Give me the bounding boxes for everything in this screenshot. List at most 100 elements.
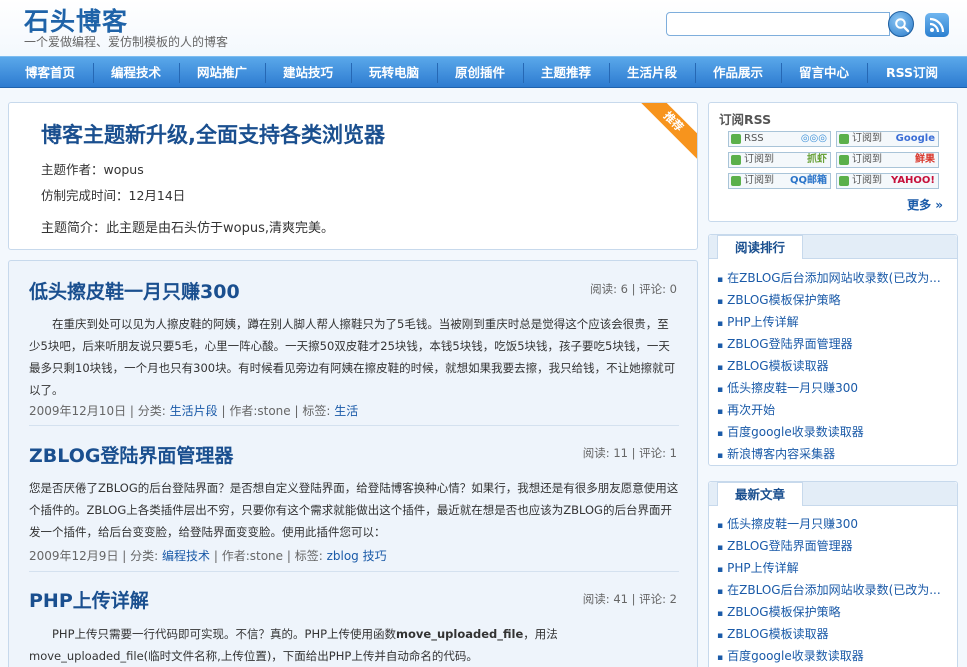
- search-input[interactable]: [666, 12, 890, 36]
- featured-title[interactable]: 博客主题新升级,全面支持各类浏览器: [41, 119, 385, 149]
- feed-icon: [839, 134, 849, 144]
- list-item[interactable]: ZBLOG登陆界面管理器: [717, 535, 959, 557]
- list-item[interactable]: 在ZBLOG后台添加网站收录数(已改为...: [717, 579, 959, 601]
- post-meta: 2009年12月10日 | 分类: 生活片段 | 作者:stone | 标签: …: [29, 402, 358, 419]
- nav-item-programming[interactable]: 编程技术: [98, 57, 174, 88]
- badge-label: 订阅到: [852, 154, 882, 165]
- list-item[interactable]: ZBLOG模板读取器: [717, 355, 959, 377]
- rss-icon: [929, 17, 945, 33]
- post-title[interactable]: PHP上传详解: [29, 586, 149, 613]
- rss-badge-zhuaxia[interactable]: 订阅到 抓虾: [728, 152, 831, 168]
- badge-brand: Google: [895, 133, 935, 144]
- post-tag-link[interactable]: zblog: [327, 549, 359, 563]
- post-stats: 阅读: 11 | 评论: 1: [582, 446, 677, 460]
- feed-icon: [731, 134, 741, 144]
- badge-label: 订阅到: [744, 154, 774, 165]
- post-divider: [29, 571, 679, 572]
- post-excerpt: 您是否厌倦了ZBLOG的后台登陆界面？是否想自定义登陆界面，给登陆博客换种心情？…: [29, 481, 679, 539]
- nav-divider: [609, 63, 610, 83]
- search-icon: [895, 18, 910, 33]
- post-tag-link[interactable]: 技巧: [363, 549, 387, 563]
- badge-brand: YAHOO!: [891, 175, 935, 186]
- feed-icon: [839, 155, 849, 165]
- post-date: 2009年12月10日 | 分类:: [29, 404, 166, 418]
- rss-box-title: 订阅RSS: [719, 112, 772, 127]
- rss-badge-rss[interactable]: RSS ◎◎◎: [728, 131, 831, 147]
- nav-item-home[interactable]: 博客首页: [12, 57, 88, 88]
- list-item[interactable]: 低头擦皮鞋一月只赚300: [717, 377, 959, 399]
- site-header: 石头博客 一个爱做编程、爱仿制模板的人的博客: [0, 0, 967, 56]
- list-item[interactable]: ZBLOG模板读取器: [717, 623, 959, 645]
- nav-divider: [93, 63, 94, 83]
- nav-divider: [867, 63, 868, 83]
- list-item[interactable]: 在ZBLOG后台添加网站收录数(已改为...: [717, 267, 959, 289]
- ranking-list: 在ZBLOG后台添加网站收录数(已改为... ZBLOG模板保护策略 PHP上传…: [717, 267, 959, 465]
- nav-item-guestbook[interactable]: 留言中心: [786, 57, 862, 88]
- nav-item-promotion[interactable]: 网站推广: [184, 57, 260, 88]
- tab-reading-ranking[interactable]: 阅读排行: [717, 235, 803, 259]
- main-nav: 博客首页 编程技术 网站推广 建站技巧 玩转电脑 原创插件 主题推荐 生活片段 …: [0, 56, 967, 88]
- nav-divider: [179, 63, 180, 83]
- latest-list: 低头擦皮鞋一月只赚300 ZBLOG登陆界面管理器 PHP上传详解 在ZBLOG…: [717, 513, 959, 667]
- post-meta: 2009年12月9日 | 分类: 编程技术 | 作者:stone | 标签: z…: [29, 547, 387, 564]
- post-list: 低头擦皮鞋一月只赚300 阅读: 6 | 评论: 0 在重庆到处可以见为人擦皮鞋…: [8, 260, 698, 667]
- badge-brand: 鲜果: [915, 154, 935, 165]
- list-item[interactable]: 再次开始: [717, 399, 959, 421]
- list-item[interactable]: ZBLOG模板保护策略: [717, 289, 959, 311]
- nav-divider: [695, 63, 696, 83]
- post-stats: 阅读: 6 | 评论: 0: [590, 282, 677, 296]
- post-excerpt: 在重庆到处可以见为人擦皮鞋的阿姨，蹲在别人脚人帮人擦鞋只为了5毛钱。当被刚到重庆…: [29, 317, 676, 397]
- list-item[interactable]: 百度google收录数读取器: [717, 421, 959, 443]
- list-item[interactable]: 新浪博客内容采集器: [717, 443, 959, 465]
- feed-icon: [731, 176, 741, 186]
- site-subtitle: 一个爱做编程、爱仿制模板的人的博客: [24, 35, 229, 49]
- post-title[interactable]: ZBLOG登陆界面管理器: [29, 441, 233, 468]
- nav-item-site-tips[interactable]: 建站技巧: [270, 57, 346, 88]
- list-item[interactable]: 百度google收录数读取器: [717, 645, 959, 667]
- post-divider: [29, 425, 679, 426]
- post-title[interactable]: 低头擦皮鞋一月只赚300: [29, 277, 240, 304]
- search-button[interactable]: [888, 11, 914, 37]
- rss-subscribe-box: 订阅RSS RSS ◎◎◎ 订阅到 Google 订阅到 抓虾 订阅到 鲜果 订…: [708, 102, 958, 222]
- post-tag-link[interactable]: 生活: [334, 404, 358, 418]
- post-category-link[interactable]: 生活片段: [170, 404, 218, 418]
- badge-label: 订阅到: [852, 133, 882, 144]
- rss-feed-button[interactable]: [925, 13, 949, 37]
- badge-label: RSS: [744, 133, 764, 144]
- list-item[interactable]: 低头擦皮鞋一月只赚300: [717, 513, 959, 535]
- list-item[interactable]: PHP上传详解: [717, 311, 959, 333]
- list-item[interactable]: PHP上传详解: [717, 557, 959, 579]
- nav-divider: [265, 63, 266, 83]
- nav-item-plugins[interactable]: 原创插件: [442, 57, 518, 88]
- nav-item-life[interactable]: 生活片段: [614, 57, 690, 88]
- featured-finish-date: 仿制完成时间：12月14日: [41, 188, 186, 203]
- rss-badge-qqmail[interactable]: 订阅到 QQ邮箱: [728, 173, 831, 189]
- rss-badge-xianguo[interactable]: 订阅到 鲜果: [836, 152, 939, 168]
- post-author: | 作者:stone | 标签:: [221, 404, 331, 418]
- list-item[interactable]: ZBLOG登陆界面管理器: [717, 333, 959, 355]
- feed-icon: [839, 176, 849, 186]
- featured-intro: 主题简介：此主题是由石头仿于wopus,清爽完美。: [41, 221, 334, 236]
- post-excerpt: PHP上传只需要一行代码即可实现。不信？真的。PHP上传使用函数move_upl…: [29, 623, 679, 667]
- nav-divider: [351, 63, 352, 83]
- nav-item-themes[interactable]: 主题推荐: [528, 57, 604, 88]
- badge-label: 订阅到: [852, 175, 882, 186]
- list-item[interactable]: ZBLOG模板保护策略: [717, 601, 959, 623]
- featured-author: 主题作者：wopus: [41, 162, 144, 177]
- rss-badge-google[interactable]: 订阅到 Google: [836, 131, 939, 147]
- nav-item-computer[interactable]: 玩转电脑: [356, 57, 432, 88]
- post-date: 2009年12月9日 | 分类:: [29, 549, 159, 563]
- nav-divider: [437, 63, 438, 83]
- post-category-link[interactable]: 编程技术: [162, 549, 210, 563]
- tab-latest-posts[interactable]: 最新文章: [717, 482, 803, 506]
- nav-item-rss[interactable]: RSS订阅: [872, 57, 952, 88]
- rss-badge-yahoo[interactable]: 订阅到 YAHOO!: [836, 173, 939, 189]
- post-excerpt-code: move_uploaded_file: [396, 627, 524, 641]
- feed-icon: [731, 155, 741, 165]
- badge-brand: 抓虾: [807, 154, 827, 165]
- more-rss-link[interactable]: 更多 »: [907, 196, 943, 213]
- nav-item-works[interactable]: 作品展示: [700, 57, 776, 88]
- reading-ranking-box: 阅读排行 在ZBLOG后台添加网站收录数(已改为... ZBLOG模板保护策略 …: [708, 234, 958, 466]
- badge-brand: QQ邮箱: [789, 175, 827, 186]
- featured-post: 博客主题新升级,全面支持各类浏览器 主题作者：wopus 仿制完成时间：12月1…: [8, 102, 698, 250]
